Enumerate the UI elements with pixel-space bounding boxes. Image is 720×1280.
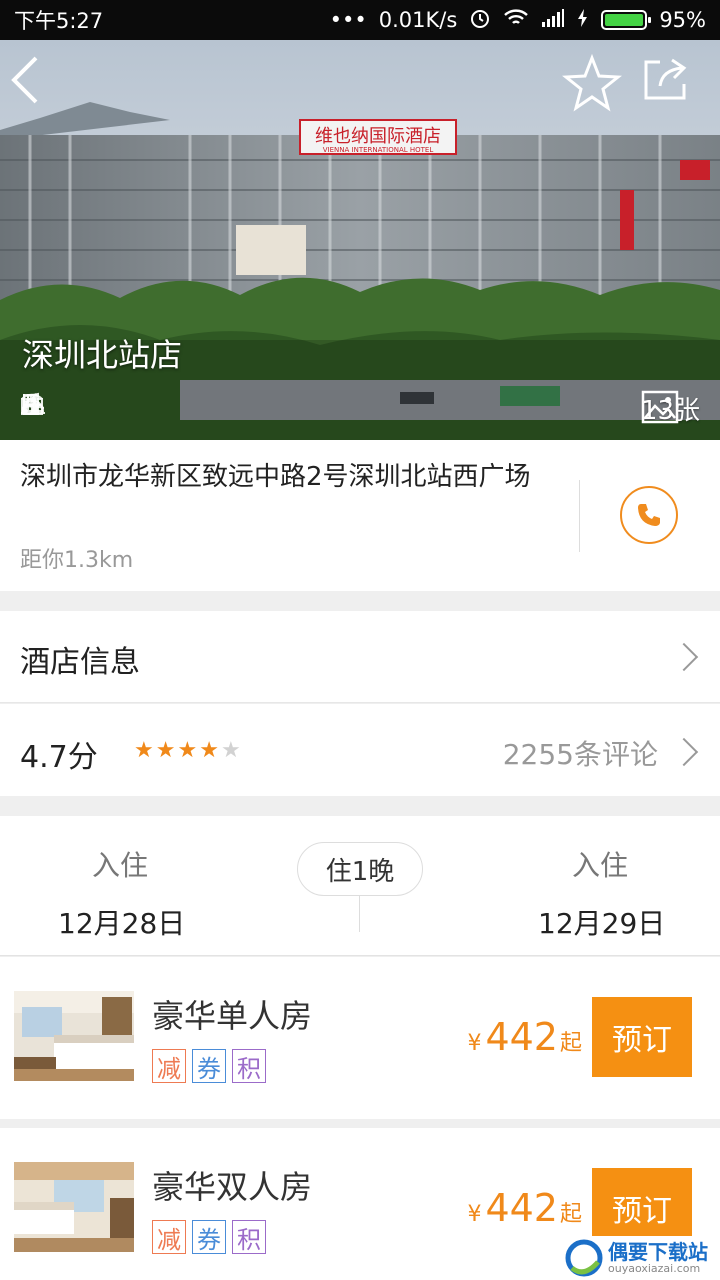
- hotel-address: 深圳市龙华新区致远中路2号深圳北站西广场: [20, 462, 531, 492]
- checkout-label: 入住: [572, 849, 629, 882]
- music-icon: [22, 392, 236, 418]
- currency-symbol: ¥: [467, 1031, 482, 1056]
- restaurant-icon: [23, 392, 84, 418]
- points-tag: 积: [232, 1049, 266, 1083]
- status-time: 下午5:27: [14, 9, 104, 33]
- room-photo[interactable]: [14, 991, 134, 1081]
- stay-dates[interactable]: 入住 12月28日 住1晚 入住 12月29日: [0, 816, 720, 956]
- photo-count-button[interactable]: 13张: [641, 390, 700, 427]
- laundry-icon: [23, 392, 160, 418]
- watermark-subtitle: ouyaoxiazai.com: [608, 1262, 701, 1275]
- rating-score: 4.7分: [20, 740, 98, 775]
- status-bar: 下午5:27 ••• 0.01K/s 95%: [0, 0, 720, 40]
- room-name: 豪华双人房: [152, 1168, 313, 1206]
- book-button[interactable]: 预订: [592, 997, 692, 1077]
- battery-percent: 95%: [659, 8, 706, 32]
- price-value: 442: [485, 1015, 558, 1059]
- rating-row[interactable]: 4.7分 ★ ★ ★ ★ ★ 2255条评论: [0, 704, 720, 796]
- room-tags: 减 券 积: [152, 1049, 266, 1083]
- price-suffix: 起: [559, 1202, 582, 1227]
- room-name: 豪华单人房: [152, 997, 313, 1035]
- rating-stars: ★ ★ ★ ★ ★: [134, 738, 241, 763]
- star-empty-icon: ★: [220, 738, 241, 763]
- status-icons: ••• 0.01K/s 95%: [330, 7, 706, 34]
- currency-symbol: ¥: [467, 1202, 482, 1227]
- checkout-date[interactable]: 12月29日: [538, 902, 665, 942]
- star-icon: ★: [134, 738, 154, 763]
- airport-icon: [22, 392, 312, 418]
- star-icon: ★: [155, 738, 176, 763]
- divider: [359, 896, 360, 932]
- hotel-info-label: 酒店信息: [20, 645, 140, 680]
- points-tag: 积: [232, 1220, 266, 1254]
- chevron-right-icon: [669, 642, 699, 672]
- signal-icon: [541, 8, 565, 33]
- room-tags: 减 券 积: [152, 1220, 266, 1254]
- back-arrow-icon: [11, 56, 38, 104]
- service-bell-icon: [21, 392, 274, 418]
- nights-badge: 住1晚: [297, 842, 423, 896]
- coupon-tag: 券: [192, 1220, 226, 1254]
- room-price: ¥ 442 起: [467, 1186, 582, 1230]
- back-button[interactable]: [8, 54, 68, 114]
- building-sign-en: VIENNA INTERNATIONAL HOTEL: [323, 146, 434, 154]
- address-card[interactable]: 深圳市龙华新区致远中路2号深圳北站西广场 距你1.3km: [0, 440, 720, 591]
- discount-tag: 减: [152, 1220, 186, 1254]
- distance-label: 距你1.3km: [20, 548, 134, 573]
- share-icon: [644, 58, 687, 100]
- amenity-icons: [20, 392, 312, 418]
- star-outline-icon: [562, 54, 622, 112]
- phone-icon: [638, 504, 660, 526]
- building-sign: 维也纳国际酒店: [315, 126, 441, 147]
- hotel-name: 深圳北站店: [22, 336, 183, 374]
- star-icon: ★: [199, 738, 219, 763]
- hotel-info-row[interactable]: 酒店信息: [0, 611, 720, 703]
- favorite-button[interactable]: [562, 54, 622, 114]
- discount-tag: 减: [152, 1049, 186, 1083]
- luggage-icon: [21, 392, 198, 418]
- star-icon: ★: [177, 738, 198, 763]
- checkin-date[interactable]: 12月28日: [58, 902, 185, 942]
- watermark: 偶要下载站 ouyaoxiazai.com: [560, 1236, 720, 1280]
- price-suffix: 起: [559, 1031, 582, 1056]
- room-photo[interactable]: [14, 1162, 134, 1252]
- share-button[interactable]: [640, 54, 700, 114]
- wifi-status-icon: [503, 8, 529, 33]
- divider: [579, 480, 580, 552]
- price-value: 442: [485, 1186, 558, 1230]
- charging-icon: [577, 8, 589, 33]
- chevron-right-icon: [669, 737, 699, 767]
- review-count: 2255条评论: [502, 738, 658, 771]
- room-price: ¥ 442 起: [467, 1015, 582, 1059]
- battery-icon: [601, 10, 652, 30]
- alarm-icon: [469, 7, 491, 34]
- watermark-logo-icon: [565, 1239, 603, 1277]
- coupon-tag: 券: [192, 1049, 226, 1083]
- hotel-hero-image[interactable]: 维也纳国际酒店 VIENNA INTERNATIONAL HOTEL 深圳北站店: [0, 40, 720, 440]
- call-button[interactable]: [620, 486, 678, 544]
- watermark-title: 偶要下载站: [608, 1240, 708, 1264]
- parking-icon: [23, 392, 122, 418]
- notification-dots: •••: [329, 8, 367, 32]
- network-speed: 0.01K/s: [378, 8, 458, 32]
- checkin-label: 入住: [92, 849, 149, 882]
- room-item[interactable]: 豪华单人房 减 券 积 ¥ 442 起 预订: [0, 957, 720, 1119]
- image-icon: [641, 390, 679, 424]
